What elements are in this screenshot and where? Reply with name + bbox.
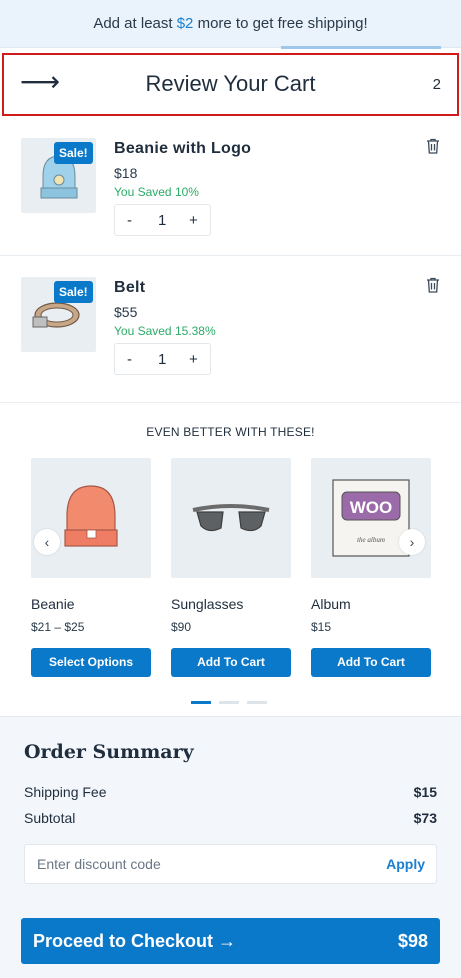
upsell-product-price: $90	[171, 620, 192, 634]
upsell-product-name[interactable]: Beanie	[31, 596, 151, 612]
subtotal-row: Subtotal $73	[24, 810, 437, 826]
decrease-quantity-button[interactable]: -	[127, 212, 132, 229]
upsell-product-name[interactable]: Album	[311, 596, 431, 612]
free-shipping-message: Add at least $2 more to get free shippin…	[0, 15, 461, 32]
discount-code-input[interactable]	[25, 845, 355, 883]
carousel-dot[interactable]	[219, 701, 239, 704]
product-image[interactable]: WOO the album	[311, 458, 431, 578]
free-shipping-bar: Add at least $2 more to get free shippin…	[0, 0, 461, 49]
quantity-value[interactable]: 1	[158, 351, 166, 368]
checkout-total: $98	[397, 931, 428, 951]
product-image[interactable]	[31, 458, 151, 578]
add-to-cart-button[interactable]: Add To Cart	[311, 648, 431, 677]
upsell-product-card: Sunglasses $90 Add To Cart	[171, 458, 291, 677]
cart-item: Sale! Beanie with Logo $18 You Saved 10%…	[0, 118, 461, 256]
product-name[interactable]: Belt	[114, 279, 145, 297]
order-summary-title: Order Summary	[24, 741, 194, 763]
album-image: WOO the album	[332, 479, 410, 557]
carousel-dot[interactable]	[247, 701, 267, 704]
cart-item-count: 2	[432, 76, 441, 93]
trash-icon[interactable]	[426, 277, 440, 293]
subtotal-value: $73	[413, 810, 437, 826]
shipping-progress-bar	[281, 46, 441, 49]
product-thumbnail[interactable]: Sale!	[21, 277, 96, 352]
sunglasses-image	[192, 504, 270, 532]
product-price: $55	[114, 304, 138, 320]
product-name[interactable]: Beanie with Logo	[114, 140, 251, 158]
quantity-stepper: - 1 +	[114, 204, 211, 236]
apply-discount-button[interactable]: Apply	[386, 856, 425, 872]
product-price: $18	[114, 165, 138, 181]
shipping-fee-label: Shipping Fee	[24, 784, 107, 800]
upsell-product-name[interactable]: Sunglasses	[171, 596, 291, 612]
shipping-fee-row: Shipping Fee $15	[24, 784, 437, 800]
increase-quantity-button[interactable]: +	[189, 212, 198, 229]
cart-title: Review Your Cart	[145, 71, 316, 96]
select-options-button[interactable]: Select Options	[31, 648, 151, 677]
album-art-subtext: the album	[357, 536, 385, 544]
add-to-cart-button[interactable]: Add To Cart	[171, 648, 291, 677]
checkout-label: Proceed to Checkout →	[33, 931, 237, 951]
product-image[interactable]	[171, 458, 291, 578]
decrease-quantity-button[interactable]: -	[127, 351, 132, 368]
cart-item: Sale! Belt $55 You Saved 15.38% - 1 +	[0, 257, 461, 403]
upsell-product-price: $21 – $25	[31, 620, 85, 634]
carousel-next-icon[interactable]: ›	[399, 529, 425, 555]
shipping-fee-value: $15	[413, 784, 437, 800]
product-thumbnail[interactable]: Sale!	[21, 138, 96, 213]
trash-icon[interactable]	[426, 138, 440, 154]
increase-quantity-button[interactable]: +	[189, 351, 198, 368]
savings-text: You Saved 10%	[114, 185, 199, 199]
discount-code-box: Apply	[24, 844, 437, 884]
cart-header: ⟶ Review Your Cart 2	[2, 53, 459, 116]
subtotal-label: Subtotal	[24, 810, 76, 826]
shipping-message-suffix: more to get free shipping!	[193, 15, 368, 32]
carousel-dot[interactable]	[191, 701, 211, 704]
shipping-message-prefix: Add at least	[93, 15, 177, 32]
quantity-value[interactable]: 1	[158, 212, 166, 229]
album-art-text: WOO	[350, 498, 393, 517]
upsell-product-price: $15	[311, 620, 332, 634]
savings-text: You Saved 15.38%	[114, 324, 216, 338]
upsell-heading: EVEN BETTER WITH THESE!	[146, 425, 315, 439]
beanie-image	[64, 485, 118, 547]
sale-badge: Sale!	[54, 281, 93, 303]
sale-badge: Sale!	[54, 142, 93, 164]
proceed-to-checkout-button[interactable]: Proceed to Checkout → $98	[21, 918, 440, 964]
quantity-stepper: - 1 +	[114, 343, 211, 375]
carousel-prev-icon[interactable]: ‹	[34, 529, 60, 555]
shipping-remaining-amount: $2	[176, 15, 194, 32]
